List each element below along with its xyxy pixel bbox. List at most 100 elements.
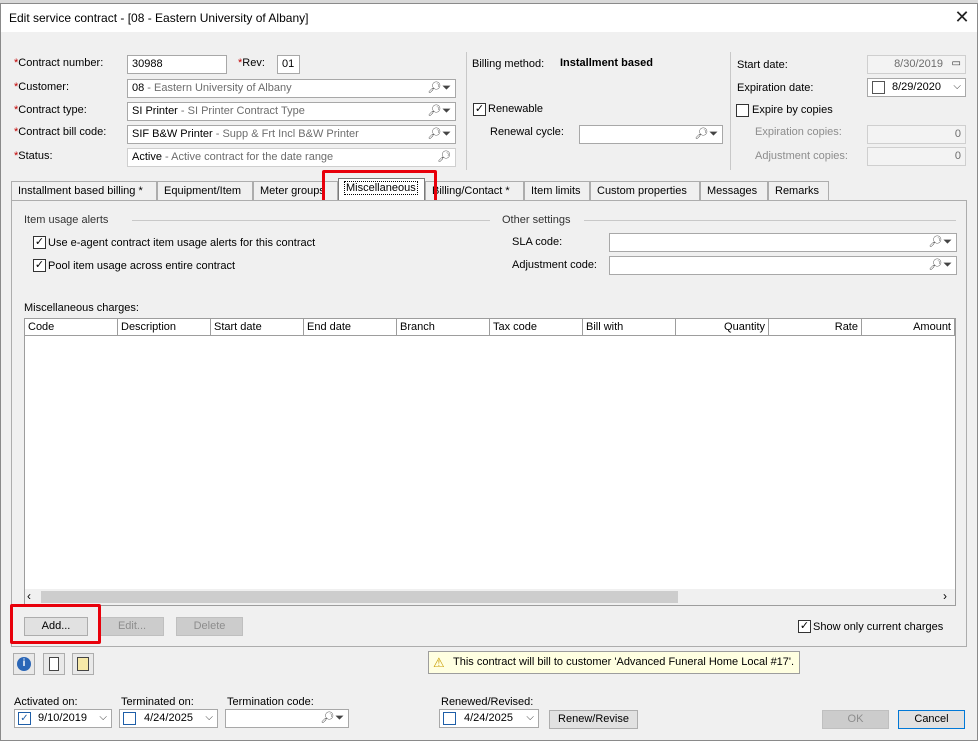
terminated-on-field[interactable]: 4/24/2025 ⌵ <box>119 709 218 728</box>
scroll-left-icon[interactable]: ‹ <box>27 589 31 603</box>
lookup-icon[interactable]: 🔎︎⏷ <box>427 127 452 141</box>
lookup-icon[interactable]: 🔎︎⏷ <box>427 104 452 118</box>
renewed-checkbox[interactable] <box>443 712 456 725</box>
horizontal-scrollbar[interactable]: ‹ › <box>25 589 955 605</box>
lookup-icon[interactable]: 🔎︎⏷ <box>928 258 953 272</box>
tab-billing-contact[interactable]: Billing/Contact * <box>425 181 524 200</box>
lookup-icon[interactable]: 🔎︎⏷ <box>427 81 452 95</box>
termination-code-field[interactable]: 🔎︎⏷ <box>225 709 349 728</box>
edit-button[interactable]: Edit... <box>100 617 164 636</box>
terminated-on-checkbox[interactable] <box>123 712 136 725</box>
expire-by-copies-label: Expire by copies <box>752 104 833 116</box>
warning-icon: ⚠ <box>433 655 445 670</box>
divider <box>466 52 467 170</box>
contract-number-field[interactable]: 30988 <box>127 55 227 74</box>
note-icon[interactable] <box>43 653 65 675</box>
expire-by-copies-checkbox[interactable] <box>736 104 749 117</box>
pool-usage-label: Pool item usage across entire contract <box>48 260 236 272</box>
lookup-icon[interactable]: 🔎︎⏷ <box>320 711 345 725</box>
window-title: Edit service contract - [08 - Eastern Un… <box>9 11 309 25</box>
customer-field[interactable]: 08 - Eastern University of Albany 🔎︎⏷ <box>127 79 456 98</box>
other-settings-header: Other settings <box>502 214 571 226</box>
column-header[interactable]: Description <box>118 319 211 336</box>
renewed-label: Renewed/Revised: <box>441 696 534 708</box>
show-current-checkbox[interactable]: ✓ <box>798 620 811 633</box>
column-header[interactable]: Amount <box>862 319 955 336</box>
customer-label: *Customer: <box>14 81 70 93</box>
pool-usage-checkbox[interactable]: ✓ <box>33 259 46 272</box>
column-header[interactable]: Code <box>25 319 118 336</box>
sla-code-label: SLA code: <box>512 236 563 248</box>
expiration-copies-field: 0 <box>867 125 966 144</box>
column-header[interactable]: Bill with <box>583 319 676 336</box>
ok-button[interactable]: OK <box>822 710 889 729</box>
renewable-label: Renewable <box>488 103 544 115</box>
info-icon[interactable]: i <box>13 653 35 675</box>
adjustment-copies-label: Adjustment copies: <box>755 150 848 162</box>
column-header[interactable]: Quantity <box>676 319 769 336</box>
adjustment-copies-field: 0 <box>867 147 966 166</box>
divider <box>132 220 490 221</box>
renewed-on-field[interactable]: 4/24/2025 ⌵ <box>439 709 539 728</box>
column-header[interactable]: Start date <box>211 319 304 336</box>
search-icon[interactable]: 🔎︎ <box>437 150 452 163</box>
tab-equipment-item[interactable]: Equipment/Item <box>157 181 253 200</box>
lookup-icon[interactable]: 🔎︎⏷ <box>928 235 953 249</box>
renewal-cycle-label: Renewal cycle: <box>490 126 564 138</box>
scrollbar-thumb[interactable] <box>41 591 678 603</box>
delete-button[interactable]: Delete <box>176 617 243 636</box>
chevron-down-icon[interactable]: ⌵ <box>953 81 961 92</box>
status-field[interactable]: Active - Active contract for the date ra… <box>127 148 456 167</box>
chevron-down-icon[interactable]: ⌵ <box>526 712 534 723</box>
expiration-copies-label: Expiration copies: <box>755 126 842 138</box>
expiration-date-field[interactable]: 8/29/2020 ⌵ <box>867 78 966 97</box>
adjustment-code-field[interactable]: 🔎︎⏷ <box>609 256 957 275</box>
rev-label: *Rev: <box>238 57 265 69</box>
bill-code-label: *Contract bill code: <box>14 126 107 138</box>
billing-method-label: Billing method: <box>472 58 545 70</box>
tab-messages[interactable]: Messages <box>700 181 768 200</box>
tab-remarks[interactable]: Remarks <box>768 181 829 200</box>
item-usage-alerts-header: Item usage alerts <box>24 214 109 226</box>
chevron-down-icon[interactable]: ⌵ <box>99 712 107 723</box>
copy-icon[interactable] <box>72 653 94 675</box>
terminated-on-label: Terminated on: <box>121 696 194 708</box>
rev-field[interactable]: 01 <box>277 55 300 74</box>
tab-item-limits[interactable]: Item limits <box>524 181 590 200</box>
sla-code-field[interactable]: 🔎︎⏷ <box>609 233 957 252</box>
renewable-checkbox[interactable]: ✓ <box>473 103 486 116</box>
misc-charges-grid[interactable]: Code Description Start date End date Bra… <box>24 318 956 606</box>
cancel-button[interactable]: Cancel <box>898 710 965 729</box>
renewal-cycle-field[interactable]: 🔎︎⏷ <box>579 125 723 144</box>
divider <box>584 220 956 221</box>
billing-method-value: Installment based <box>560 57 653 69</box>
highlight-add-button <box>10 604 101 644</box>
chevron-down-icon[interactable]: ⌵ <box>205 712 213 723</box>
renew-revise-button[interactable]: Renew/Revise <box>549 710 638 729</box>
lookup-icon[interactable]: 🔎︎⏷ <box>694 127 719 141</box>
contract-type-label: *Contract type: <box>14 104 87 116</box>
close-icon[interactable]: ✕ <box>947 6 977 30</box>
status-label: *Status: <box>14 150 53 162</box>
column-header[interactable]: Tax code <box>490 319 583 336</box>
calendar-icon: ▭ <box>951 58 961 69</box>
contract-number-label: *Contract number: <box>14 57 104 69</box>
column-header[interactable]: Rate <box>769 319 862 336</box>
start-date-label: Start date: <box>737 59 788 71</box>
contract-type-field[interactable]: SI Printer - SI Printer Contract Type 🔎︎… <box>127 102 456 121</box>
divider <box>730 52 731 170</box>
expiration-date-checkbox[interactable] <box>872 81 885 94</box>
adjustment-code-label: Adjustment code: <box>512 259 597 271</box>
activated-on-field[interactable]: ✓ 9/10/2019 ⌵ <box>14 709 112 728</box>
start-date-field: 8/30/2019 ▭ <box>867 55 966 74</box>
column-header[interactable]: Branch <box>397 319 490 336</box>
activated-on-checkbox[interactable]: ✓ <box>18 712 31 725</box>
title-bar: Edit service contract - [08 - Eastern Un… <box>1 4 977 32</box>
bill-code-field[interactable]: SIF B&W Printer - Supp & Frt Incl B&W Pr… <box>127 125 456 144</box>
column-header[interactable]: End date <box>304 319 397 336</box>
use-eagent-checkbox[interactable]: ✓ <box>33 236 46 249</box>
tab-custom-properties[interactable]: Custom properties <box>590 181 700 200</box>
activated-on-label: Activated on: <box>14 696 78 708</box>
scroll-right-icon[interactable]: › <box>943 589 947 603</box>
tab-installment-billing[interactable]: Installment based billing * <box>11 181 157 200</box>
